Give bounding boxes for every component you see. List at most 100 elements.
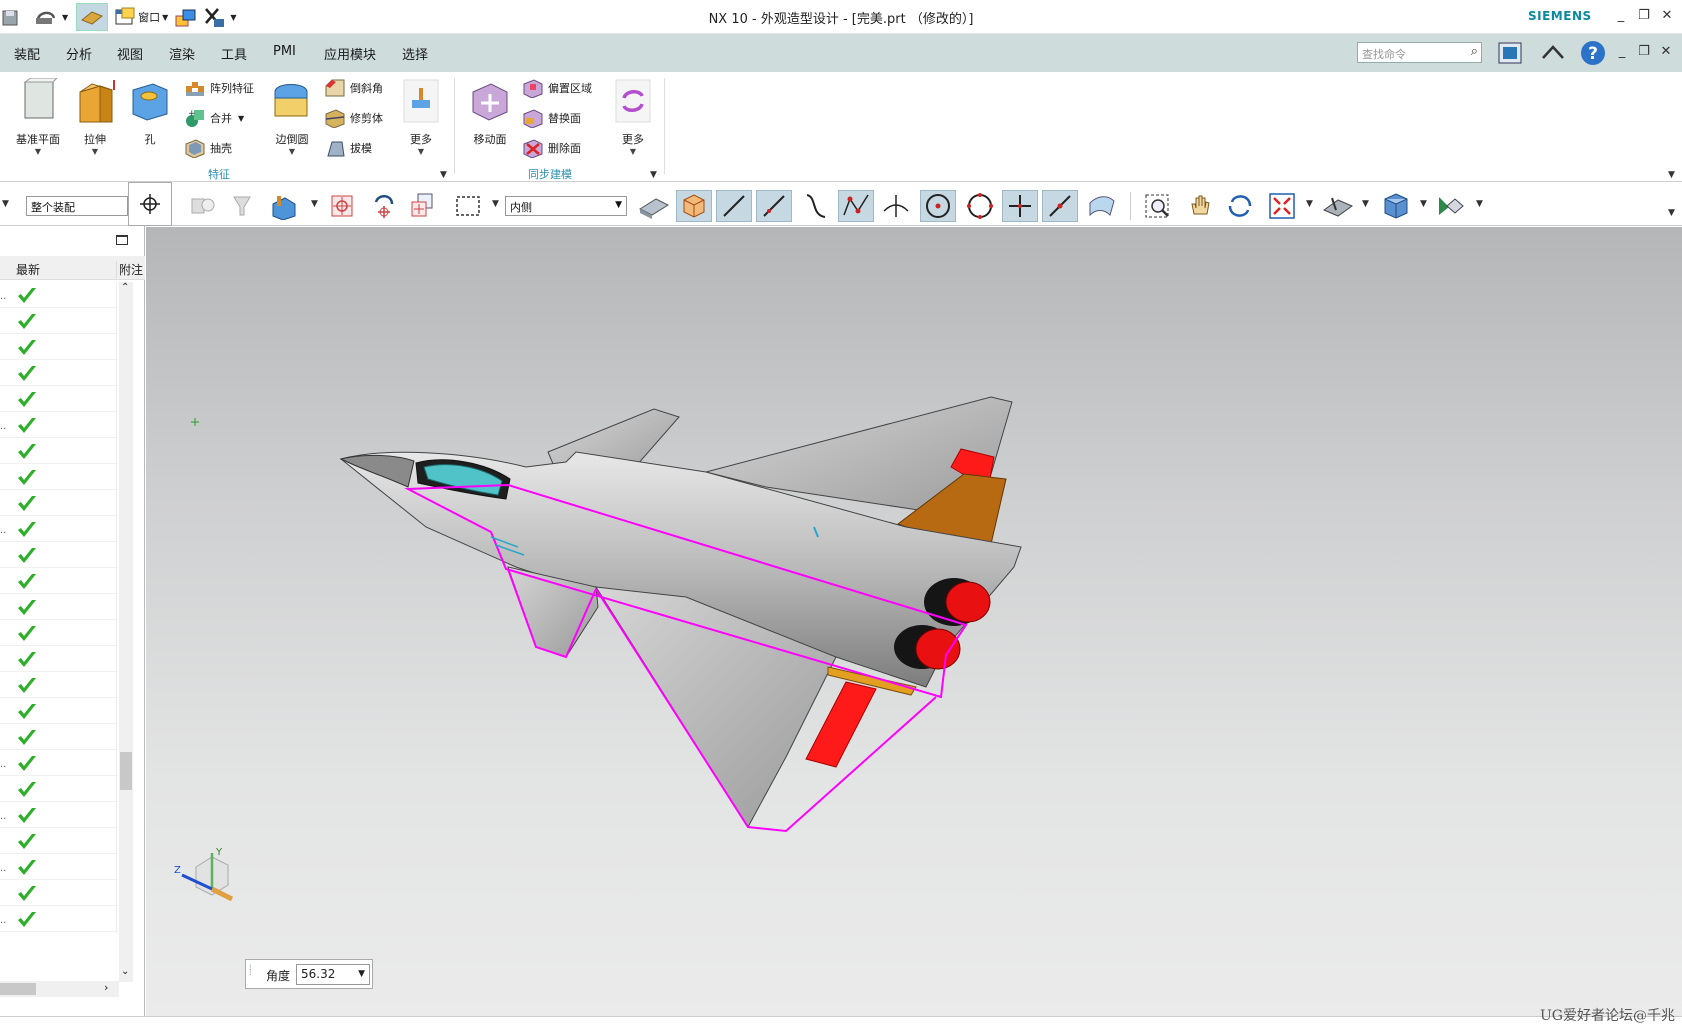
scrollbar-thumb[interactable] [120, 752, 132, 790]
navigator-row[interactable] [0, 646, 118, 674]
part-close-button[interactable]: ✕ [1656, 42, 1676, 62]
rendering-style-dropdown-icon[interactable]: ▼ [1362, 199, 1369, 209]
assembly-filter-button[interactable] [184, 190, 220, 222]
help-icon[interactable]: ? [1578, 38, 1608, 68]
point-on-curve-button[interactable] [1042, 190, 1078, 222]
chamfer-button[interactable]: 倒斜角 [324, 76, 383, 100]
select-components-dropdown-icon[interactable]: ▼ [311, 199, 318, 209]
feature-group-expand-icon[interactable]: ▼ [440, 170, 447, 180]
graphics-window[interactable]: Y Z ⁞ ⁞ 角度 56.32 ▼ [146, 227, 1682, 1017]
rectangle-select-button[interactable] [450, 190, 486, 222]
navigator-row[interactable] [0, 698, 118, 726]
datum-plane-button[interactable]: 基准平面 ▼ [10, 77, 66, 156]
part-restore-button[interactable]: ❐ [1634, 42, 1654, 62]
navigator-row[interactable]: .. [0, 854, 118, 882]
minimize-button[interactable]: _ [1611, 6, 1631, 26]
rendering-style-button[interactable] [1320, 190, 1356, 222]
arc-center-button[interactable] [920, 190, 956, 222]
lower-engine-nozzle[interactable] [915, 628, 961, 670]
scrollbar-thumb[interactable] [0, 983, 36, 995]
navigator-row[interactable]: .. [0, 802, 118, 830]
navigator-row[interactable] [0, 360, 118, 388]
orient-view-button[interactable] [1378, 190, 1414, 222]
navigator-row[interactable]: .. [0, 906, 118, 934]
filter-reset-button[interactable] [224, 190, 260, 222]
navigator-row[interactable] [0, 490, 118, 518]
collapse-ribbon-icon[interactable] [1538, 38, 1568, 68]
chevron-down-icon[interactable]: ▼ [358, 969, 365, 979]
select-components-button[interactable] [266, 190, 302, 222]
navigator-row[interactable] [0, 724, 118, 752]
pattern-feature-button[interactable]: 阵列特征 [184, 76, 254, 100]
navigator-vertical-scrollbar[interactable]: ⌃ ⌄ [119, 282, 133, 982]
navigator-row[interactable]: .. [0, 516, 118, 544]
part-minimize-button[interactable]: _ [1612, 42, 1632, 62]
delete-face-button[interactable]: 删除面 [522, 136, 581, 160]
navigator-row[interactable]: .. [0, 282, 118, 310]
menu-view[interactable]: 视图 [117, 44, 143, 63]
menu-selection[interactable]: 选择 [402, 44, 428, 63]
navigator-maximize-icon[interactable] [116, 235, 128, 245]
rotate-button[interactable] [1222, 190, 1258, 222]
navigator-row[interactable] [0, 672, 118, 700]
unite-button[interactable]: + 合并 ▼ [184, 106, 244, 130]
extrude-button[interactable]: 拉伸 ▼ [66, 78, 124, 156]
upper-engine-nozzle[interactable] [945, 581, 991, 623]
hole-button[interactable]: 孔 [124, 78, 176, 147]
snap-point-on-button[interactable] [324, 190, 360, 222]
view-triad[interactable]: Y Z [172, 845, 242, 915]
menu-tools[interactable]: 工具 [221, 44, 247, 63]
offset-region-button[interactable]: 偏置区域 [522, 76, 592, 100]
end-point-button[interactable] [756, 190, 792, 222]
move-face-button[interactable]: 移动面 [464, 78, 516, 147]
snap-point-button[interactable] [128, 182, 172, 226]
rectangle-select-dropdown-icon[interactable]: ▼ [492, 199, 499, 209]
navigator-row[interactable] [0, 438, 118, 466]
selection-scope-combo[interactable]: 整个装配 [26, 196, 128, 216]
sync-group-expand-icon[interactable]: ▼ [650, 170, 657, 180]
navigator-horizontal-scrollbar[interactable]: › [0, 981, 119, 997]
navigator-row[interactable] [0, 334, 118, 362]
show-hide-button[interactable] [636, 190, 672, 222]
navigator-row[interactable] [0, 568, 118, 596]
menu-applications[interactable]: 应用模块 [324, 44, 376, 63]
orient-view-dropdown-icon[interactable]: ▼ [1420, 199, 1427, 209]
scroll-up-icon[interactable]: ⌃ [121, 282, 129, 293]
ribbon-options-icon[interactable]: ▼ [1668, 170, 1675, 180]
navigator-row[interactable] [0, 386, 118, 414]
menu-render[interactable]: 渲染 [169, 44, 195, 63]
navigator-row[interactable] [0, 542, 118, 570]
pan-button[interactable] [1182, 190, 1218, 222]
navigator-row[interactable]: .. [0, 750, 118, 778]
edit-section-button[interactable] [1432, 190, 1468, 222]
navigator-row[interactable] [0, 776, 118, 804]
navigator-row[interactable] [0, 880, 118, 908]
sync-more-button[interactable]: 更多 ▼ [608, 78, 658, 156]
trim-body-button[interactable]: 修剪体 [324, 106, 383, 130]
navigator-row[interactable] [0, 620, 118, 648]
column-attachment[interactable]: 附注 [116, 261, 143, 278]
fit-dropdown-icon[interactable]: ▼ [1306, 199, 1313, 209]
replace-face-button[interactable]: 替换面 [522, 106, 581, 130]
rotate-snap-button[interactable] [366, 190, 402, 222]
type-filter-dropdown-icon[interactable]: ▼ [2, 199, 9, 209]
navigator-row[interactable] [0, 828, 118, 856]
menu-analysis[interactable]: 分析 [66, 44, 92, 63]
curve-snap-button[interactable] [716, 190, 752, 222]
close-button[interactable]: ✕ [1657, 6, 1677, 26]
navigator-row[interactable] [0, 594, 118, 622]
wireframe-shaded-button[interactable] [676, 190, 712, 222]
quick-pick-button[interactable] [404, 190, 440, 222]
angle-input[interactable]: 56.32 ▼ [296, 964, 370, 985]
navigator-row[interactable]: .. [0, 412, 118, 440]
restore-button[interactable]: ❐ [1634, 6, 1654, 26]
curve-point-button[interactable] [798, 190, 834, 222]
quadrant-point-button[interactable] [962, 190, 998, 222]
point-on-surface-button[interactable] [1084, 190, 1120, 222]
section-dropdown-icon[interactable]: ▼ [1476, 199, 1483, 209]
zoom-window-button[interactable] [1140, 190, 1176, 222]
navigator-row[interactable] [0, 464, 118, 492]
navigator-row[interactable] [0, 308, 118, 336]
jet-aircraft-model[interactable] [146, 227, 1682, 1017]
shell-button[interactable]: 抽壳 [184, 136, 232, 160]
